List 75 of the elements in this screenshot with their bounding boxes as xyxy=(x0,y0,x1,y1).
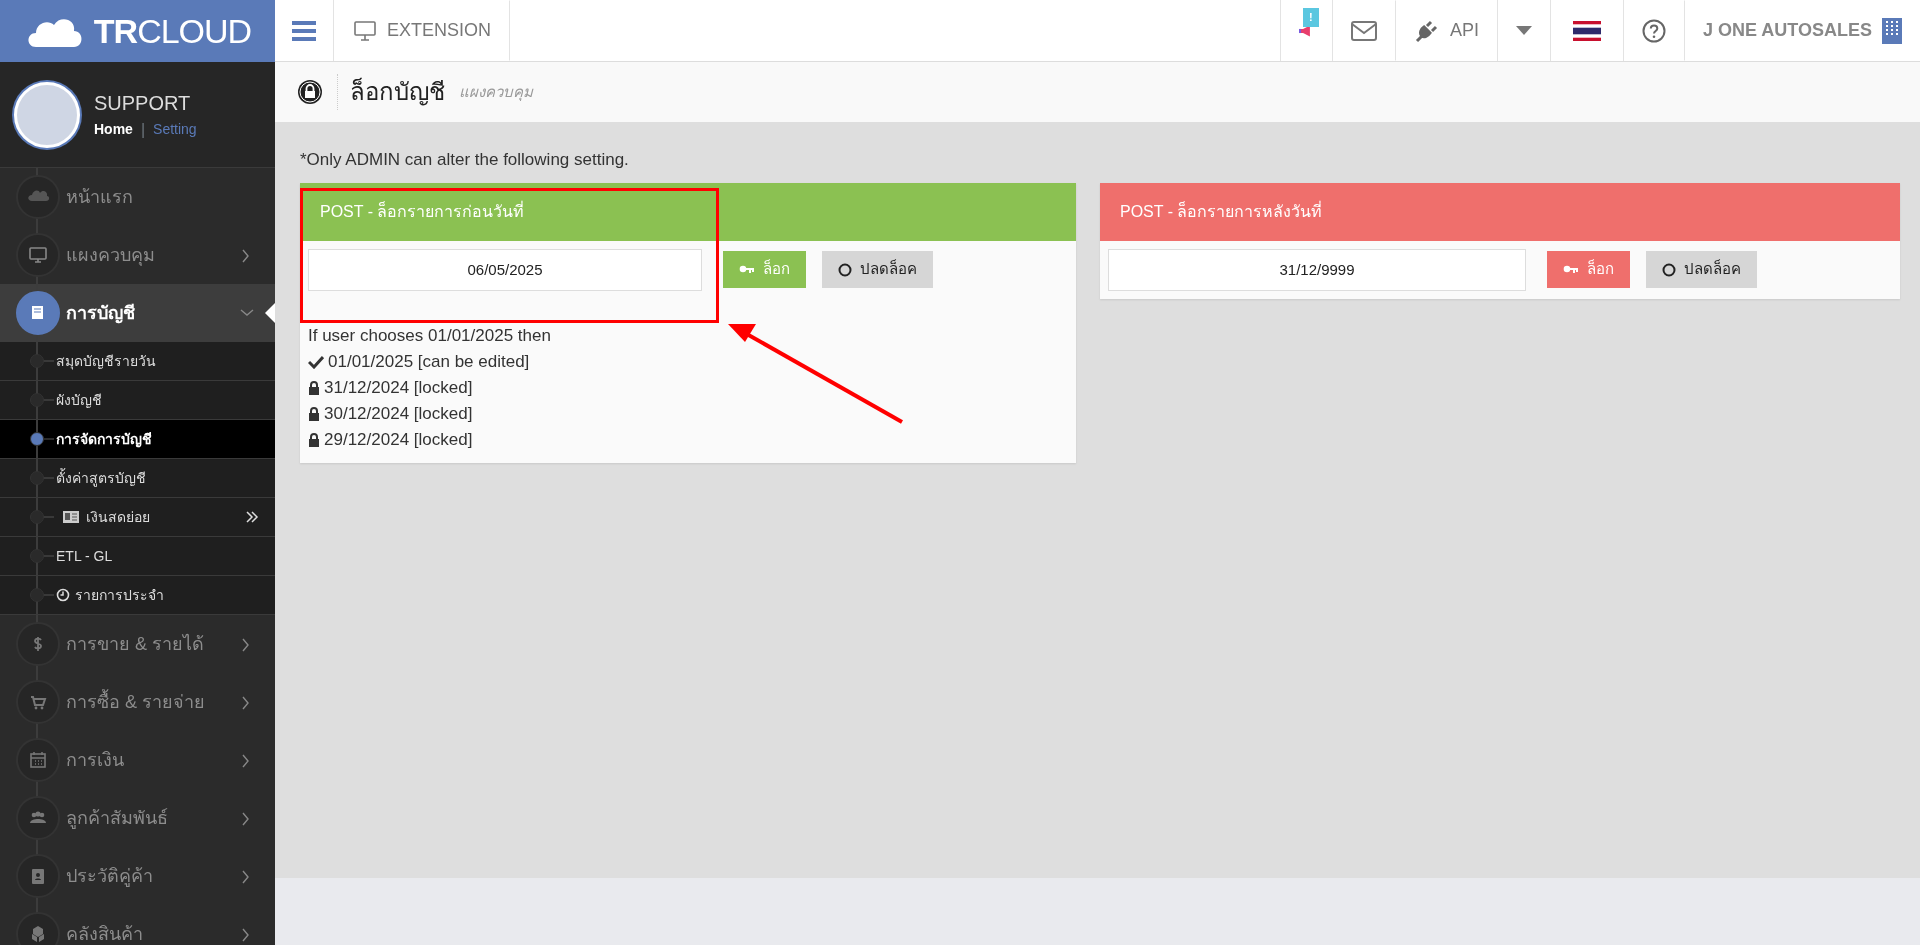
submenu-item[interactable]: เงินสดย่อย xyxy=(0,498,275,537)
caret-down-icon[interactable] xyxy=(1515,25,1532,36)
notification-badge: ! xyxy=(1302,8,1319,27)
submenu-label: เงินสดย่อย xyxy=(86,507,150,527)
submenu-label: ตั้งค่าสูตรบัญชี xyxy=(56,467,146,489)
submenu-label: สมุดบัญชีรายวัน xyxy=(56,351,156,372)
panel-title: POST - ล็อกรายการหลังวันที่ xyxy=(1100,182,1900,241)
lock-icon xyxy=(308,406,320,421)
timeline-node-icon xyxy=(30,549,56,563)
help-icon[interactable] xyxy=(1641,18,1666,43)
panel-title: POST - ล็อกรายการก่อนวันที่ xyxy=(300,182,1076,241)
clock-icon xyxy=(56,588,70,602)
logo-text: TRCLOUD xyxy=(93,10,252,52)
note-text: 29/12/2024 [locked] xyxy=(324,428,473,451)
sidebar-item[interactable]: การบัญชี xyxy=(0,284,275,342)
submenu-label: ผังบัญชี xyxy=(56,390,102,410)
page-title: ล็อกบัญชี xyxy=(337,74,445,110)
check-icon xyxy=(308,354,324,369)
submenu-item[interactable]: สมุดบัญชีรายวัน xyxy=(0,342,275,381)
sidebar-label: ประวัติคู่ค้า xyxy=(66,864,153,889)
user-name: SUPPORT xyxy=(94,90,192,116)
note-text: 01/01/2025 [can be edited] xyxy=(328,350,530,373)
mail-icon[interactable] xyxy=(1350,20,1377,41)
avatar-placeholder xyxy=(14,81,80,148)
flag-icon[interactable] xyxy=(1572,20,1601,41)
sidebar-label: การขาย & รายได้ xyxy=(66,632,204,656)
key-icon xyxy=(1563,263,1579,276)
id-card-icon xyxy=(62,510,80,524)
note-text: 30/12/2024 [locked] xyxy=(324,402,473,425)
lock-icon xyxy=(308,380,320,395)
submenu-item[interactable]: ETL - GL xyxy=(0,537,275,576)
submenu-label: ETL - GL xyxy=(56,546,113,566)
pointer-icon xyxy=(265,303,275,323)
timeline-node-icon xyxy=(30,471,56,485)
profile-link[interactable]: Setting xyxy=(153,119,197,140)
sidebar-label: คลังสินค้า xyxy=(66,922,143,945)
sidebar-label: การบัญชี xyxy=(66,301,135,326)
monitor-icon xyxy=(353,19,377,42)
api-button[interactable]: API xyxy=(1394,0,1497,61)
sidebar-label: หน้าแรก xyxy=(66,185,133,209)
circle-icon xyxy=(1662,262,1676,277)
note-text: 31/12/2024 [locked] xyxy=(324,376,473,399)
sidebar-label: การเงิน xyxy=(66,748,124,772)
key-icon xyxy=(739,263,755,276)
menu-icon[interactable] xyxy=(291,19,317,42)
company-button[interactable]: J ONE AUTOSALES xyxy=(1683,0,1920,61)
padlock-icon xyxy=(297,79,323,105)
submenu-item[interactable]: ผังบัญชี xyxy=(0,381,275,420)
timeline-node-icon xyxy=(30,354,56,368)
date-field[interactable]: 31/12/9999 xyxy=(1108,248,1526,291)
timeline-node-icon xyxy=(30,510,56,524)
lock-icon xyxy=(308,432,320,447)
timeline-node-icon xyxy=(30,588,56,602)
submenu-item[interactable]: ตั้งค่าสูตรบัญชี xyxy=(0,459,275,498)
submenu-label: การจัดการบัญชี xyxy=(56,429,152,450)
timeline-node-icon xyxy=(30,393,56,407)
circle-icon xyxy=(838,262,852,277)
profile-link[interactable]: Home xyxy=(94,119,133,140)
unlock-button[interactable]: ปลดล็อค xyxy=(1646,251,1757,288)
sidebar-label: แผงควบคุม xyxy=(66,243,155,268)
note-text: If user chooses 01/01/2025 then xyxy=(308,324,551,347)
submenu-item[interactable]: รายการประจำ xyxy=(0,576,275,615)
extension-button[interactable]: EXTENSION xyxy=(334,0,511,61)
lock-button[interactable]: ล็อก xyxy=(1547,251,1630,288)
link-separator: | xyxy=(140,119,146,140)
notice-text: *Only ADMIN can alter the following setting. xyxy=(300,149,630,171)
submenu-item[interactable]: การจัดการบัญชี xyxy=(0,420,275,459)
page-subtitle: แผงควบคุม xyxy=(459,81,533,103)
sidebar-label: ลูกค้าสัมพันธ์ xyxy=(66,806,168,831)
unlock-button[interactable]: ปลดล็อค xyxy=(822,251,933,288)
date-field[interactable]: 06/05/2025 xyxy=(308,248,702,291)
sidebar-label: การซื้อ & รายจ่าย xyxy=(66,688,205,714)
submenu-label: รายการประจำ xyxy=(75,585,164,605)
timeline-node-icon xyxy=(30,432,56,446)
building-icon xyxy=(1882,17,1902,44)
